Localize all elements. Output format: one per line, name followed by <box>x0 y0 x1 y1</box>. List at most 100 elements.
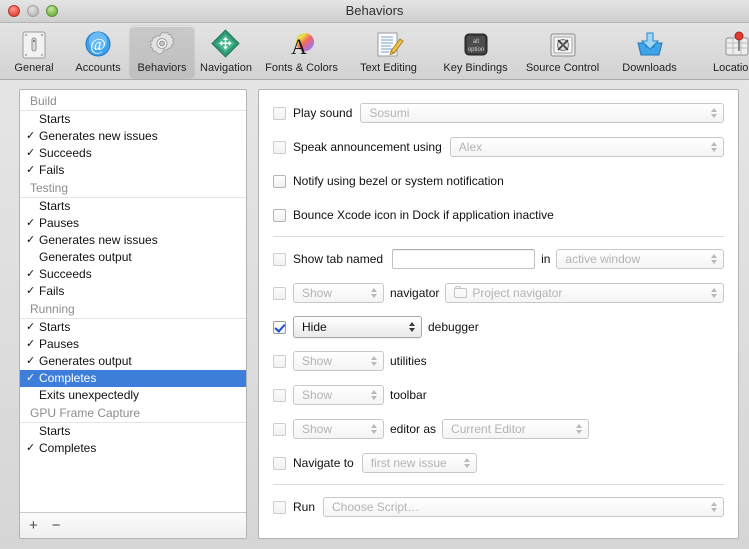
locations-pin-icon <box>721 29 749 61</box>
list-item-label: Generates new issues <box>39 128 158 145</box>
list-item[interactable]: Starts <box>20 111 246 128</box>
checkmark-icon: ✓ <box>26 266 39 283</box>
run-checkbox[interactable] <box>273 501 286 514</box>
row-utilities: Show utilities <box>273 348 724 374</box>
downloads-arrow-icon <box>634 29 666 61</box>
behavior-list[interactable]: Build Starts ✓ Generates new issues ✓ Su… <box>20 90 246 512</box>
list-item[interactable]: Exits unexpectedly <box>20 387 246 404</box>
accounts-at-icon: @ <box>82 29 114 61</box>
speak-announcement-checkbox[interactable] <box>273 141 286 154</box>
list-item[interactable]: Starts <box>20 198 246 215</box>
list-item[interactable]: ✓ Starts <box>20 319 246 336</box>
list-item-label: Starts <box>39 423 70 440</box>
chevron-updown-icon <box>711 500 718 514</box>
utilities-action-popup[interactable]: Show <box>293 351 384 371</box>
list-item-label: Fails <box>39 283 64 300</box>
row-play-sound: Play sound Sosumi <box>273 100 724 126</box>
navigator-target-value: Project navigator <box>472 286 562 300</box>
navigator-checkbox[interactable] <box>273 287 286 300</box>
list-item[interactable]: Starts <box>20 423 246 440</box>
toolbar-action-popup[interactable]: Show <box>293 385 384 405</box>
list-item[interactable]: ✓ Pauses <box>20 215 246 232</box>
editor-target-value: Current Editor <box>451 422 526 436</box>
toolbar-action-value: Show <box>302 388 332 402</box>
utilities-checkbox[interactable] <box>273 355 286 368</box>
list-item[interactable]: ✓ Generates new issues <box>20 128 246 145</box>
checkmark-icon: ✓ <box>26 215 39 232</box>
notify-bezel-checkbox[interactable] <box>273 175 286 188</box>
tab-window-value: active window <box>565 252 640 266</box>
list-item[interactable]: Generates output <box>20 249 246 266</box>
navigate-to-checkbox[interactable] <box>273 457 286 470</box>
chevron-updown-icon <box>464 456 471 470</box>
group-header-build: Build <box>20 92 246 111</box>
svg-text:option: option <box>467 47 483 53</box>
play-sound-popup[interactable]: Sosumi <box>360 103 724 123</box>
toolbar-checkbox[interactable] <box>273 389 286 402</box>
row-debugger: Hide debugger <box>273 314 724 340</box>
row-toolbar: Show toolbar <box>273 382 724 408</box>
list-item[interactable]: ✓ Succeeds <box>20 266 246 283</box>
list-item[interactable]: ✓ Pauses <box>20 336 246 353</box>
play-sound-checkbox[interactable] <box>273 107 286 120</box>
play-sound-label: Play sound <box>293 106 352 120</box>
run-script-popup[interactable]: Choose Script… <box>323 497 724 517</box>
debugger-action-popup[interactable]: Hide <box>293 316 422 338</box>
checkmark-icon: ✓ <box>26 283 39 300</box>
run-script-value: Choose Script… <box>332 500 419 514</box>
navigate-to-label: Navigate to <box>293 456 354 470</box>
toolbar-item-accounts[interactable]: @ Accounts <box>66 26 130 78</box>
editor-label: editor as <box>390 422 436 436</box>
tab-name-input[interactable] <box>392 249 535 269</box>
source-control-safe-icon <box>547 29 579 61</box>
list-item-selected[interactable]: ✓ Completes <box>20 370 246 387</box>
play-sound-popup-value: Sosumi <box>369 106 409 120</box>
toolbar-item-behaviors[interactable]: Behaviors <box>130 26 194 78</box>
svg-text:alt: alt <box>472 39 479 45</box>
navigator-target-popup[interactable]: Project navigator <box>445 283 724 303</box>
toolbar-item-key-bindings[interactable]: alt option Key Bindings <box>432 26 519 78</box>
debugger-checkbox[interactable] <box>273 321 286 334</box>
toolbar-label: toolbar <box>390 388 427 402</box>
toolbar-item-label: Behaviors <box>138 62 187 74</box>
list-item[interactable]: ✓ Generates new issues <box>20 232 246 249</box>
chevron-updown-icon <box>711 106 718 120</box>
toolbar-item-label: Fonts & Colors <box>265 62 338 74</box>
show-tab-named-checkbox[interactable] <box>273 253 286 266</box>
toolbar-item-fonts-colors[interactable]: A Fonts & Colors <box>258 26 345 78</box>
toolbar-item-locations[interactable]: Locations <box>693 26 749 78</box>
row-show-tab-named: Show tab named in active window <box>273 246 724 272</box>
editor-action-popup[interactable]: Show <box>293 419 384 439</box>
speak-announcement-voice-popup[interactable]: Alex <box>450 137 724 157</box>
remove-behavior-button[interactable]: − <box>52 519 61 533</box>
list-item[interactable]: ✓ Fails <box>20 162 246 179</box>
group-header-testing: Testing <box>20 179 246 198</box>
toolbar-item-downloads[interactable]: Downloads <box>606 26 693 78</box>
toolbar-item-label: Downloads <box>622 62 676 74</box>
add-behavior-button[interactable]: + <box>29 519 38 533</box>
toolbar-item-general[interactable]: General <box>2 26 66 78</box>
checkmark-icon: ✓ <box>26 370 39 387</box>
chevron-updown-icon <box>711 286 718 300</box>
bounce-dock-checkbox[interactable] <box>273 209 286 222</box>
window-titlebar: Behaviors <box>0 0 749 23</box>
tab-window-popup[interactable]: active window <box>556 249 724 269</box>
editor-checkbox[interactable] <box>273 423 286 436</box>
editor-target-popup[interactable]: Current Editor <box>442 419 589 439</box>
list-item[interactable]: ✓ Completes <box>20 440 246 457</box>
toolbar-item-navigation[interactable]: Navigation <box>194 26 258 78</box>
list-item-label: Starts <box>39 111 70 128</box>
folder-icon <box>454 288 467 298</box>
navigate-to-popup[interactable]: first new issue <box>362 453 477 473</box>
list-item[interactable]: ✓ Succeeds <box>20 145 246 162</box>
toolbar-item-source-control[interactable]: Source Control <box>519 26 606 78</box>
list-item[interactable]: ✓ Generates output <box>20 353 246 370</box>
preferences-toolbar: General @ Accounts <box>0 23 749 80</box>
chevron-updown-icon <box>409 320 416 334</box>
navigation-diamond-icon <box>210 29 242 61</box>
list-item[interactable]: ✓ Fails <box>20 283 246 300</box>
navigator-action-popup[interactable]: Show <box>293 283 384 303</box>
toolbar-item-text-editing[interactable]: Text Editing <box>345 26 432 78</box>
row-bounce-dock: Bounce Xcode icon in Dock if application… <box>273 202 724 228</box>
notify-bezel-label: Notify using bezel or system notificatio… <box>293 174 504 188</box>
